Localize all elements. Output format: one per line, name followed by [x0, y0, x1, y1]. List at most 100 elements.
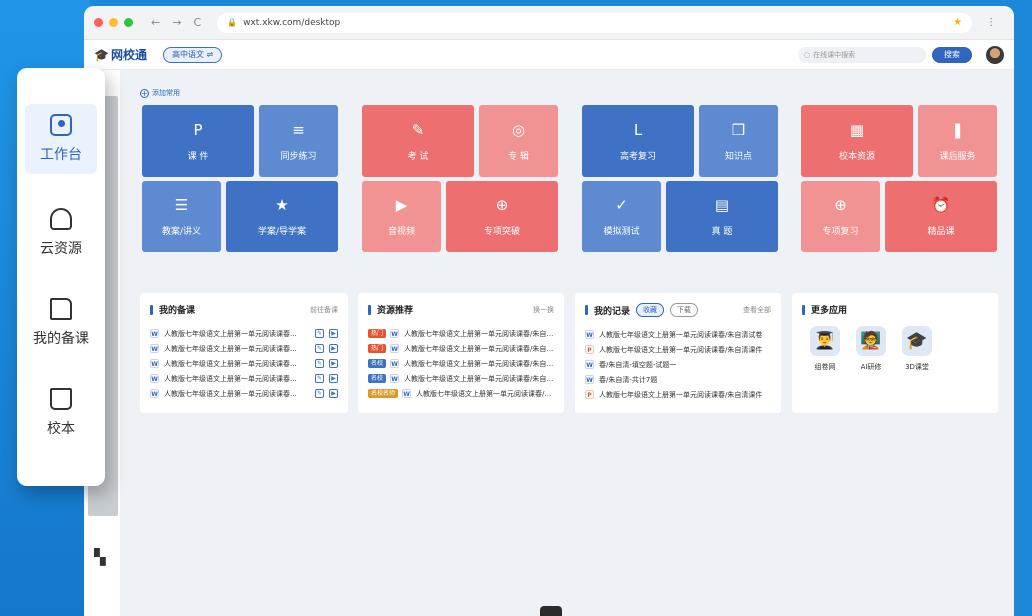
list-item[interactable]: 热门 W 人教版七年级语文上册第一单元阅读课春/朱自清... [368, 326, 554, 341]
tile-premium-course[interactable]: ⏰ 精品课 [885, 181, 997, 252]
floating-left-nav: 工作台 云资源 我的备课 校本 [17, 68, 105, 486]
list-item[interactable]: W 人教版七年级语文上册第一单元阅读课春... ✎ ▶ [150, 371, 338, 386]
tab-favorites[interactable]: 收藏 [636, 303, 665, 317]
list-item[interactable]: W 人教版七年级语文上册第一单元阅读课春... ✎ ▶ [150, 326, 338, 341]
reload-icon[interactable]: C [193, 16, 201, 29]
search-input[interactable]: ○ 在线课中搜索 [798, 46, 926, 63]
app-3d-classroom[interactable]: 🎓 3D课堂 [894, 326, 940, 372]
preview-icon[interactable]: ▶ [329, 389, 338, 398]
app-ai-research[interactable]: 🧑‍🏫 AI研修 [848, 326, 894, 372]
school-resources-icon: ▦ [849, 120, 865, 139]
tile-past-papers[interactable]: ▤ 真 题 [666, 181, 778, 252]
tile-label: 高考复习 [619, 151, 656, 162]
exam-icon: ✎ [411, 120, 425, 139]
tile-sync-practice[interactable]: ≡ 同步练习 [259, 105, 338, 177]
mock-test-icon: ✓ [615, 196, 628, 214]
ppt-file-icon: P [585, 345, 594, 354]
tile-label: 同步练习 [280, 151, 317, 162]
tile-audio-video[interactable]: ▶ 音视频 [362, 181, 441, 252]
browser-menu-icon[interactable]: ⋮ [986, 17, 996, 28]
bookmark-star-icon[interactable]: ★ [953, 17, 962, 28]
album-icon: ◎ [511, 120, 526, 139]
edit-icon[interactable]: ✎ [315, 374, 324, 383]
refresh-link[interactable]: 换一换 [533, 305, 554, 315]
tile-exam[interactable]: ✎ 考 试 [362, 105, 474, 177]
my-records-card: 我的记录 收藏 下载 查看全部 W 人教版七年级语文上册第一单元阅读课春/朱自清试… [575, 293, 781, 413]
edit-icon[interactable]: ✎ [315, 329, 324, 338]
tile-album[interactable]: ◎ 专 辑 [479, 105, 558, 177]
alarm-icon: ⏰ [931, 196, 951, 214]
tile-school-resources[interactable]: ▦ 校本资源 [801, 105, 913, 177]
app-logo[interactable]: 🎓 网校通 [94, 46, 147, 63]
list-item[interactable]: W 人教版七年级语文上册第一单元阅读课春... ✎ ▶ [150, 386, 338, 401]
tile-knowledge-point[interactable]: ❒ 知识点 [699, 105, 778, 177]
avatar[interactable] [986, 45, 1004, 64]
tile-mock-test[interactable]: ✓ 模拟测试 [582, 181, 661, 252]
tab-downloads[interactable]: 下载 [670, 303, 699, 317]
tile-special-review[interactable]: ⊕ 专项复习 [801, 181, 880, 252]
close-window-icon[interactable] [94, 18, 103, 27]
word-file-icon: W [150, 329, 159, 338]
list-item[interactable]: W 人教版七年级语文上册第一单元阅读课春... ✎ ▶ [150, 341, 338, 356]
tile-study-guide[interactable]: ★ 学案/导学案 [226, 181, 338, 252]
qr-code-icon[interactable]: ▚ [94, 548, 106, 566]
nav-item-my-lesson-prep[interactable]: 我的备课 [25, 288, 97, 358]
tile-label: 模拟测试 [603, 227, 640, 237]
list-item[interactable]: W 春/朱自清-共计7题 [585, 372, 771, 387]
list-item[interactable]: W 人教版七年级语文上册第一单元阅读课春... ✎ ▶ [150, 356, 338, 371]
tile-courseware[interactable]: P 课 件 [142, 105, 254, 177]
list-item[interactable]: 名校名师 W 人教版七年级语文上册第一单元阅读课春/朱... [368, 386, 554, 401]
word-file-icon: W [402, 389, 412, 398]
list-item[interactable]: 热门 W 人教版七年级语文上册第一单元阅读课春/朱自清... [368, 341, 554, 356]
special-review-icon: ⊕ [834, 196, 847, 214]
target-icon: ⊕ [495, 196, 509, 214]
tile-label: 专项复习 [822, 227, 859, 237]
preview-icon[interactable]: ▶ [329, 359, 338, 368]
word-file-icon: W [390, 329, 400, 338]
word-file-icon: W [585, 330, 594, 339]
nav-item-workbench[interactable]: 工作台 [25, 104, 97, 174]
browser-window: ← → C 🔒 wxt.xkw.com/desktop ★ ⋮ 🎓 网校通 高中… [84, 6, 1014, 616]
edit-icon[interactable]: ✎ [315, 359, 324, 368]
ai-research-app-icon: 🧑‍🏫 [856, 326, 886, 356]
nav-item-cloud-resources[interactable]: 云资源 [25, 198, 97, 268]
card-header: 资源推荐 换一换 [368, 303, 554, 316]
app-zujuan[interactable]: 👨‍🎓 组卷网 [802, 326, 848, 372]
list-item[interactable]: W 人教版七年级语文上册第一单元阅读课春/朱自清试卷 [585, 327, 771, 342]
card-title: 更多应用 [811, 306, 848, 316]
tile-gaokao-review[interactable]: L 高考复习 [582, 105, 694, 177]
subject-switcher[interactable]: 高中语文 ⇌ [162, 46, 223, 63]
list-item[interactable]: W 春/朱自清-填空题-试题一 [585, 357, 771, 372]
bottom-handle[interactable] [540, 606, 562, 616]
app-label: 组卷网 [814, 363, 836, 371]
edit-icon[interactable]: ✎ [315, 344, 324, 353]
add-common-button[interactable]: + 添加常用 [140, 88, 180, 98]
list-item[interactable]: P 人教版七年级语文上册第一单元阅读课春/朱自清课件 [585, 387, 771, 402]
tile-label: 专项突破 [483, 227, 520, 237]
view-all-link[interactable]: 查看全部 [743, 305, 771, 315]
list-item[interactable]: 名校 W 人教版七年级语文上册第一单元阅读课春/朱自清... [368, 371, 554, 386]
nav-item-school[interactable]: 校本 [25, 378, 97, 448]
minimize-window-icon[interactable] [109, 18, 118, 27]
tile-label: 课 件 [187, 151, 209, 162]
card-header: 我的备课 前往备课 [150, 303, 338, 316]
tile-special-breakthrough[interactable]: ⊕ 专项突破 [446, 181, 558, 252]
forward-icon[interactable]: → [172, 16, 181, 29]
plus-icon: + [140, 88, 149, 98]
tile-after-school[interactable]: ❚ 课后服务 [918, 105, 997, 177]
edit-icon[interactable]: ✎ [315, 389, 324, 398]
tile-label: 知识点 [724, 151, 752, 162]
nav-label: 云资源 [40, 241, 82, 257]
maximize-window-icon[interactable] [124, 18, 133, 27]
my-prep-card: 我的备课 前往备课 W 人教版七年级语文上册第一单元阅读课春... ✎ ▶ W 人教版七… [140, 293, 348, 413]
list-item[interactable]: P 人教版七年级语文上册第一单元阅读课春/朱自清课件 [585, 342, 771, 357]
list-item[interactable]: 名校 W 人教版七年级语文上册第一单元阅读课春/朱自清... [368, 356, 554, 371]
search-button[interactable]: 搜索 [932, 46, 972, 63]
address-bar[interactable]: 🔒 wxt.xkw.com/desktop ★ [217, 12, 973, 33]
tile-lesson-plan[interactable]: ☰ 教案/讲义 [142, 181, 221, 252]
go-prep-link[interactable]: 前往备课 [310, 305, 338, 315]
preview-icon[interactable]: ▶ [329, 329, 338, 338]
preview-icon[interactable]: ▶ [329, 344, 338, 353]
preview-icon[interactable]: ▶ [329, 374, 338, 383]
back-icon[interactable]: ← [151, 16, 160, 29]
